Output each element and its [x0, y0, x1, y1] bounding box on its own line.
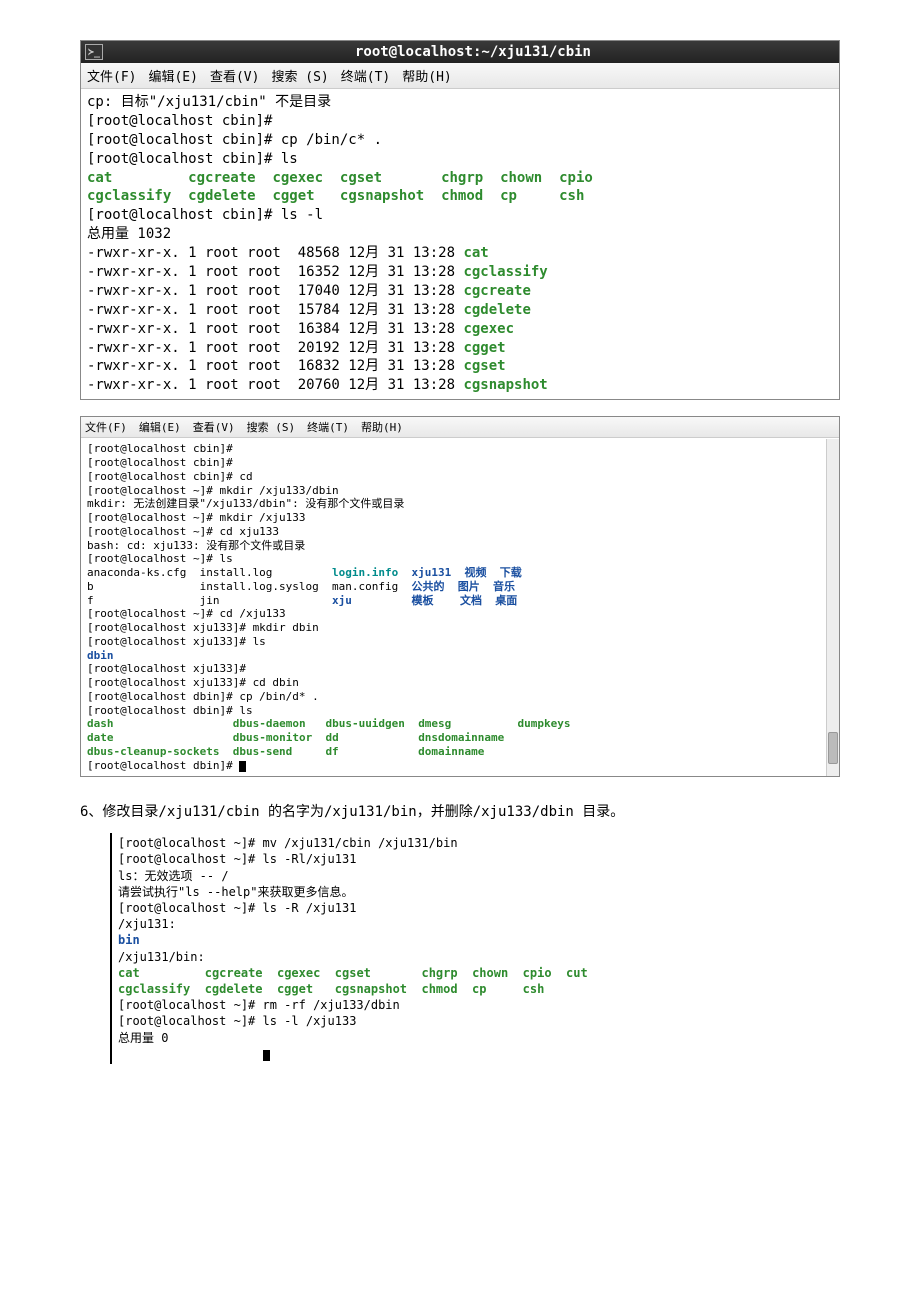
terminal-line: -rwxr-xr-x. 1 root root 48568 12月 31 13:…: [87, 244, 833, 263]
answer-snippet: [root@localhost ~]# mv /xju131/cbin /xju…: [110, 833, 840, 1064]
terminal-line: [root@localhost ~]# ls -Rl/xju131: [118, 851, 840, 867]
terminal-line: cgclassify cgdelete cgget cgsnapshot chm…: [87, 187, 833, 206]
menu-item[interactable]: 帮助(H): [361, 421, 403, 434]
terminal-line: date dbus-monitor dd dnsdomainname: [87, 731, 833, 745]
terminal-line: ls：无效选项 -- /: [118, 868, 840, 884]
terminal-line: mkdir: 无法创建目录"/xju133/dbin": 没有那个文件或目录: [87, 497, 833, 511]
terminal-line: [root@localhost ~]# cd xju133: [87, 525, 833, 539]
scrollbar-thumb[interactable]: [828, 732, 838, 764]
menubar: 文件(F) 编辑(E) 查看(V) 搜索 (S) 终端(T) 帮助(H): [81, 417, 839, 438]
terminal-line: -rwxr-xr-x. 1 root root 15784 12月 31 13:…: [87, 301, 833, 320]
terminal-line: [root@localhost cbin]# cp /bin/c* .: [87, 131, 833, 150]
titlebar: ≻_ root@localhost:~/xju131/cbin: [81, 41, 839, 63]
terminal-line: cgclassify cgdelete cgget cgsnapshot chm…: [118, 981, 840, 997]
terminal-line: -rwxr-xr-x. 1 root root 17040 12月 31 13:…: [87, 282, 833, 301]
terminal-line: [root@localhost xju133]# cd dbin: [87, 676, 833, 690]
terminal-line: -rwxr-xr-x. 1 root root 20760 12月 31 13:…: [87, 376, 833, 395]
terminal-line: 总用量 0: [118, 1030, 840, 1046]
terminal-line: [118, 1046, 840, 1062]
terminal-line: dbus-cleanup-sockets dbus-send df domain…: [87, 745, 833, 759]
terminal-line: dash dbus-daemon dbus-uuidgen dmesg dump…: [87, 717, 833, 731]
terminal-line: [root@localhost cbin]# ls -l: [87, 206, 833, 225]
terminal-line: [root@localhost cbin]#: [87, 456, 833, 470]
menu-item[interactable]: 终端(T): [341, 70, 390, 85]
terminal-1: ≻_ root@localhost:~/xju131/cbin 文件(F) 编辑(…: [80, 40, 840, 400]
terminal-line: f jin xju 模板 文档 桌面: [87, 594, 833, 608]
terminal-line: -rwxr-xr-x. 1 root root 16352 12月 31 13:…: [87, 263, 833, 282]
terminal-line: anaconda-ks.cfg install.log login.info x…: [87, 566, 833, 580]
terminal-line: cp: 目标"/xju131/cbin" 不是目录: [87, 93, 833, 112]
terminal-line: [root@localhost dbin]#: [87, 759, 833, 773]
window-title: root@localhost:~/xju131/cbin: [111, 44, 835, 60]
terminal-line: -rwxr-xr-x. 1 root root 16832 12月 31 13:…: [87, 357, 833, 376]
menu-item[interactable]: 搜索 (S): [271, 70, 328, 85]
terminal-line: [root@localhost cbin]#: [87, 442, 833, 456]
terminal-line: [root@localhost xju133]# mkdir dbin: [87, 621, 833, 635]
terminal-line: bin: [118, 932, 840, 948]
menu-item[interactable]: 编辑(E): [139, 421, 181, 434]
terminal-line: [root@localhost xju133]#: [87, 662, 833, 676]
terminal-2: 文件(F) 编辑(E) 查看(V) 搜索 (S) 终端(T) 帮助(H) [root@lo…: [80, 416, 840, 777]
terminal-line: cat cgcreate cgexec cgset chgrp chown cp…: [87, 169, 833, 188]
terminal-line: dbin: [87, 649, 833, 663]
terminal-line: [root@localhost ~]# rm -rf /xju133/dbin: [118, 997, 840, 1013]
menu-item[interactable]: 文件(F): [87, 70, 136, 85]
menu-item[interactable]: 帮助(H): [402, 70, 451, 85]
terminal-line: /xju131:: [118, 916, 840, 932]
terminal-line: [root@localhost ~]# cd /xju133: [87, 607, 833, 621]
terminal-line: [root@localhost cbin]# cd: [87, 470, 833, 484]
terminal-line: [root@localhost ~]# ls -R /xju131: [118, 900, 840, 916]
terminal-line: -rwxr-xr-x. 1 root root 16384 12月 31 13:…: [87, 320, 833, 339]
menu-item[interactable]: 编辑(E): [148, 70, 197, 85]
terminal-line: b install.log.syslog man.config 公共的 图片 音…: [87, 580, 833, 594]
menu-item[interactable]: 文件(F): [85, 421, 127, 434]
cursor: [239, 761, 246, 772]
terminal-line: [root@localhost ~]# mkdir /xju133: [87, 511, 833, 525]
terminal-line: /xju131/bin:: [118, 949, 840, 965]
menu-item[interactable]: 查看(V): [210, 70, 259, 85]
terminal-line: bash: cd: xju133: 没有那个文件或目录: [87, 539, 833, 553]
terminal-line: [root@localhost ~]# ls: [87, 552, 833, 566]
terminal-line: [root@localhost xju133]# ls: [87, 635, 833, 649]
menu-item[interactable]: 搜索 (S): [247, 421, 296, 434]
terminal-line: [root@localhost cbin]# ls: [87, 150, 833, 169]
terminal-line: 请尝试执行"ls --help"来获取更多信息。: [118, 884, 840, 900]
terminal-icon: ≻_: [85, 44, 103, 60]
scrollbar[interactable]: [826, 439, 839, 776]
terminal-line: cat cgcreate cgexec cgset chgrp chown cp…: [118, 965, 840, 981]
menu-item[interactable]: 终端(T): [307, 421, 349, 434]
terminal-line: [root@localhost ~]# mv /xju131/cbin /xju…: [118, 835, 840, 851]
terminal-line: [root@localhost ~]# ls -l /xju133: [118, 1013, 840, 1029]
terminal-output: [root@localhost cbin]#[root@localhost cb…: [81, 438, 839, 776]
terminal-line: [root@localhost dbin]# ls: [87, 704, 833, 718]
terminal-line: [root@localhost ~]# mkdir /xju133/dbin: [87, 484, 833, 498]
question-text: 6、修改目录/xju131/cbin 的名字为/xju131/bin，并删除/x…: [80, 801, 840, 821]
terminal-output: cp: 目标"/xju131/cbin" 不是目录[root@localhost…: [81, 89, 839, 399]
menubar: 文件(F) 编辑(E) 查看(V) 搜索 (S) 终端(T) 帮助(H): [81, 63, 839, 89]
terminal-line: [root@localhost cbin]#: [87, 112, 833, 131]
terminal-line: -rwxr-xr-x. 1 root root 20192 12月 31 13:…: [87, 339, 833, 358]
menu-item[interactable]: 查看(V): [193, 421, 235, 434]
terminal-line: [root@localhost dbin]# cp /bin/d* .: [87, 690, 833, 704]
terminal-line: 总用量 1032: [87, 225, 833, 244]
cursor: [263, 1050, 270, 1061]
